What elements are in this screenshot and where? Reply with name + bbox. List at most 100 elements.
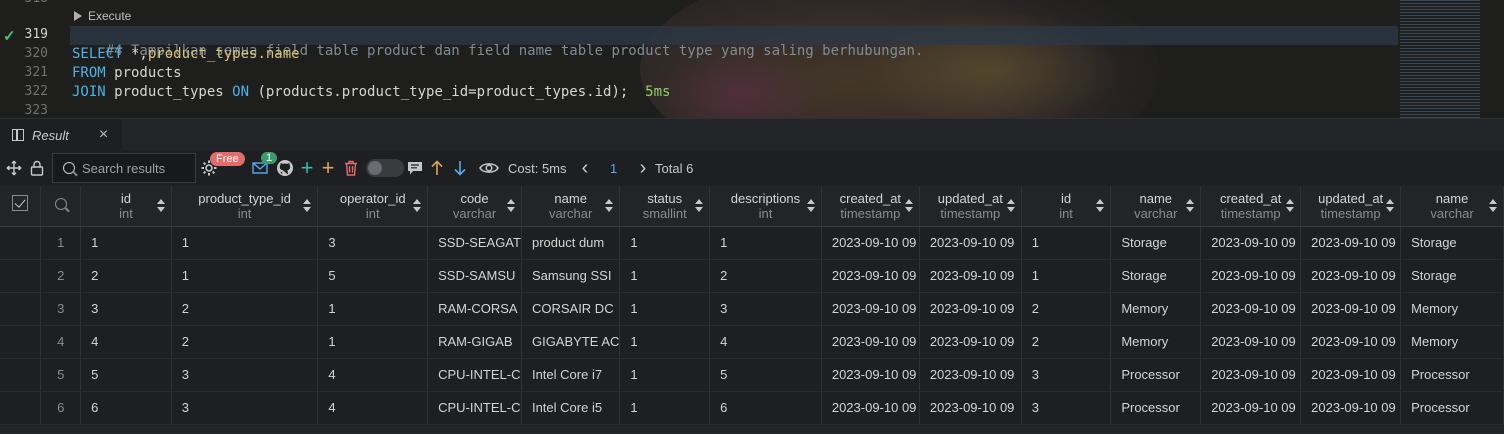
column-header[interactable]: updated_at timestamp bbox=[919, 186, 1022, 227]
table-row[interactable]: 1 1 1 3 SSD-SEAGAT product dum 1 1 2023-09-10 09… bbox=[0, 226, 1504, 260]
table-cell[interactable]: 2023-09-10 09 bbox=[919, 325, 1022, 359]
table-cell[interactable]: 3 bbox=[171, 358, 319, 392]
table-cell[interactable]: Processor bbox=[1400, 391, 1504, 425]
sort-icon[interactable] bbox=[156, 199, 165, 213]
table-cell[interactable]: 2023-09-10 09 bbox=[1200, 292, 1302, 326]
table-cell[interactable]: CORSAIR DC bbox=[521, 292, 621, 326]
sort-icon[interactable] bbox=[904, 199, 913, 213]
select-all-header[interactable] bbox=[0, 186, 42, 227]
table-cell[interactable]: RAM-CORSA bbox=[427, 292, 522, 326]
table-cell[interactable]: 2023-09-10 09 bbox=[1300, 292, 1402, 326]
table-cell[interactable]: 2023-09-10 09 bbox=[821, 358, 920, 392]
table-cell[interactable]: 2023-09-10 09 bbox=[1200, 325, 1302, 359]
table-row[interactable]: 5 5 3 4 CPU-INTEL-C Intel Core i7 1 5 2023-09-10… bbox=[0, 358, 1504, 392]
code-line-select[interactable]: SELECT *,product_types.name bbox=[72, 46, 300, 62]
table-cell[interactable]: 1 bbox=[171, 259, 319, 293]
table-cell[interactable]: 1 bbox=[317, 325, 429, 359]
column-header[interactable]: operator_id int bbox=[317, 186, 429, 227]
row-selector-cell[interactable] bbox=[0, 292, 42, 326]
eye-icon[interactable] bbox=[477, 150, 501, 186]
column-header[interactable]: name varchar bbox=[1400, 186, 1504, 227]
code-line-from[interactable]: FROM products bbox=[72, 65, 182, 81]
next-page-button[interactable]: › bbox=[636, 150, 650, 186]
sort-icon[interactable] bbox=[1186, 199, 1195, 213]
table-cell[interactable]: Memory bbox=[1110, 325, 1202, 359]
table-cell[interactable]: Storage bbox=[1110, 226, 1202, 260]
horizontal-scrollbar[interactable] bbox=[0, 426, 1504, 434]
table-cell[interactable]: Storage bbox=[1400, 259, 1504, 293]
table-cell[interactable]: 1 bbox=[171, 226, 319, 260]
table-cell[interactable]: 2 bbox=[171, 292, 319, 326]
table-cell[interactable]: 6 bbox=[709, 391, 822, 425]
table-cell[interactable]: 2023-09-10 09 bbox=[821, 325, 920, 359]
table-cell[interactable]: 2 bbox=[1021, 292, 1112, 326]
select-all-checkbox[interactable] bbox=[12, 195, 29, 212]
table-cell[interactable]: 2023-09-10 09 bbox=[1300, 391, 1402, 425]
table-cell[interactable]: 2 bbox=[709, 259, 822, 293]
table-cell[interactable]: 2023-09-10 09 bbox=[821, 292, 920, 326]
sort-icon[interactable] bbox=[806, 199, 815, 213]
table-cell[interactable]: 2 bbox=[1021, 325, 1112, 359]
table-cell[interactable]: CPU-INTEL-C bbox=[427, 391, 522, 425]
sort-icon[interactable] bbox=[695, 199, 704, 213]
table-cell[interactable]: 2023-09-10 09 bbox=[919, 226, 1022, 260]
column-header[interactable]: id int bbox=[80, 186, 172, 227]
table-cell[interactable]: 3 bbox=[1021, 391, 1112, 425]
table-cell[interactable]: Processor bbox=[1110, 391, 1202, 425]
table-cell[interactable]: CPU-INTEL-C bbox=[427, 358, 522, 392]
table-cell[interactable]: Memory bbox=[1400, 325, 1504, 359]
search-results-box[interactable] bbox=[52, 153, 196, 183]
table-cell[interactable]: 4 bbox=[317, 391, 429, 425]
add-row-icon[interactable]: + bbox=[297, 150, 317, 186]
row-selector-cell[interactable] bbox=[0, 226, 42, 260]
tab-result[interactable]: Result × bbox=[0, 119, 122, 151]
editor-minimap[interactable] bbox=[1400, 0, 1496, 118]
table-cell[interactable]: 3 bbox=[171, 391, 319, 425]
table-cell[interactable]: 1 bbox=[619, 391, 711, 425]
column-header[interactable]: id int bbox=[1021, 186, 1112, 227]
comment-icon[interactable] bbox=[405, 150, 425, 186]
table-cell[interactable]: 3 bbox=[80, 292, 172, 326]
table-cell[interactable]: Samsung SSI bbox=[521, 259, 621, 293]
table-cell[interactable]: 2023-09-10 09 bbox=[1200, 226, 1302, 260]
table-cell[interactable]: 2023-09-10 09 bbox=[1200, 358, 1302, 392]
table-cell[interactable]: 2023-09-10 09 bbox=[919, 358, 1022, 392]
toggle-switch[interactable] bbox=[366, 159, 404, 177]
table-cell[interactable]: 3 bbox=[709, 292, 822, 326]
column-header[interactable]: name varchar bbox=[1110, 186, 1202, 227]
move-icon[interactable] bbox=[4, 150, 24, 186]
table-cell[interactable]: 4 bbox=[317, 358, 429, 392]
sort-icon[interactable] bbox=[506, 199, 515, 213]
sort-icon[interactable] bbox=[1006, 199, 1015, 213]
code-line-join[interactable]: JOIN product_types ON (products.product_… bbox=[72, 84, 670, 100]
table-cell[interactable]: 2023-09-10 09 bbox=[1200, 259, 1302, 293]
row-selector-cell[interactable] bbox=[0, 391, 42, 425]
github-icon[interactable] bbox=[274, 150, 296, 186]
prev-page-button[interactable]: ‹ bbox=[578, 150, 592, 186]
sort-icon[interactable] bbox=[1386, 199, 1395, 213]
row-search-header[interactable] bbox=[40, 186, 82, 227]
table-cell[interactable]: Intel Core i7 bbox=[521, 358, 621, 392]
table-cell[interactable]: 2 bbox=[171, 325, 319, 359]
table-cell[interactable]: 2023-09-10 09 bbox=[1200, 391, 1302, 425]
column-header[interactable]: created_at timestamp bbox=[821, 186, 920, 227]
delete-icon[interactable] bbox=[341, 150, 361, 186]
table-cell[interactable]: 4 bbox=[709, 325, 822, 359]
search-input[interactable] bbox=[82, 160, 192, 176]
table-cell[interactable]: 5 bbox=[80, 358, 172, 392]
table-cell[interactable]: 2023-09-10 09 bbox=[821, 391, 920, 425]
table-cell[interactable]: 1 bbox=[619, 325, 711, 359]
table-cell[interactable]: 1 bbox=[619, 259, 711, 293]
table-cell[interactable]: 1 bbox=[80, 226, 172, 260]
table-cell[interactable]: RAM-GIGAB bbox=[427, 325, 522, 359]
table-cell[interactable]: SSD-SEAGAT bbox=[427, 226, 522, 260]
table-cell[interactable]: 2023-09-10 09 bbox=[821, 259, 920, 293]
table-cell[interactable]: Intel Core i5 bbox=[521, 391, 621, 425]
sort-icon[interactable] bbox=[303, 199, 312, 213]
table-cell[interactable]: 2023-09-10 09 bbox=[1300, 325, 1402, 359]
arrow-down-icon[interactable] bbox=[451, 150, 469, 186]
close-icon[interactable]: × bbox=[99, 126, 108, 144]
table-cell[interactable]: 4 bbox=[80, 325, 172, 359]
table-cell[interactable]: 1 bbox=[619, 292, 711, 326]
table-cell[interactable]: Processor bbox=[1110, 358, 1202, 392]
